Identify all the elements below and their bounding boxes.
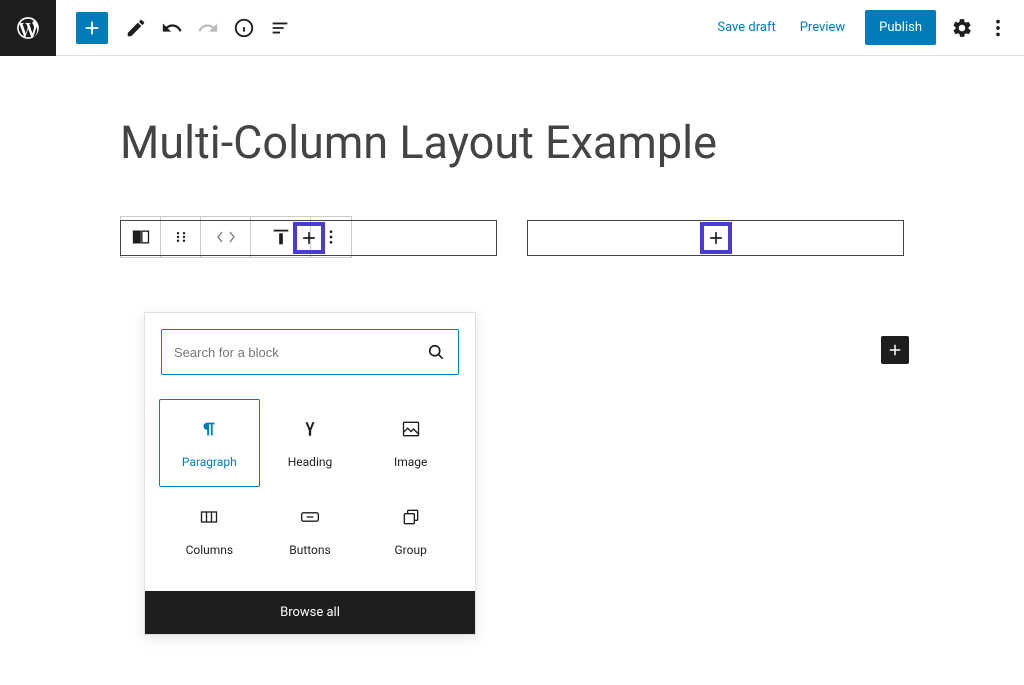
block-search[interactable] — [161, 329, 459, 375]
tools-button[interactable] — [118, 10, 154, 46]
block-grid: Paragraph Heading Image Columns Buttons … — [145, 391, 475, 591]
column-2[interactable] — [527, 220, 904, 256]
block-label: Image — [394, 455, 427, 469]
paragraph-icon — [198, 418, 220, 440]
add-block-after[interactable] — [881, 336, 909, 364]
buttons-icon — [300, 510, 320, 524]
browse-all-button[interactable]: Browse all — [145, 591, 475, 634]
options-button[interactable] — [980, 10, 1016, 46]
block-label: Columns — [186, 543, 234, 557]
heading-icon — [301, 420, 319, 438]
columns-icon — [199, 507, 219, 527]
settings-button[interactable] — [944, 10, 980, 46]
redo-button[interactable] — [190, 10, 226, 46]
block-heading[interactable]: Heading — [260, 399, 361, 487]
block-image[interactable]: Image — [360, 399, 461, 487]
info-icon — [233, 17, 255, 39]
block-buttons[interactable]: Buttons — [260, 487, 361, 575]
plus-icon — [706, 228, 726, 248]
gear-icon — [951, 17, 973, 39]
editor-canvas: Multi-Column Layout Example — [0, 56, 1024, 256]
plus-icon — [886, 341, 904, 359]
toolbar-tools — [118, 10, 298, 46]
more-vertical-icon — [987, 17, 1009, 39]
save-draft-button[interactable]: Save draft — [705, 14, 787, 41]
details-button[interactable] — [226, 10, 262, 46]
editor-toolbar: Save draft Preview Publish — [0, 0, 1024, 56]
redo-icon — [197, 17, 219, 39]
block-columns[interactable]: Columns — [159, 487, 260, 575]
quick-inserter: Paragraph Heading Image Columns Buttons … — [144, 312, 476, 635]
wordpress-icon — [15, 15, 41, 41]
outline-icon — [269, 17, 291, 39]
toggle-inserter-button[interactable] — [76, 12, 108, 44]
block-paragraph[interactable]: Paragraph — [159, 399, 260, 487]
image-icon — [401, 419, 421, 439]
block-label: Group — [394, 543, 426, 557]
plus-icon — [299, 228, 319, 248]
add-block-column-1[interactable] — [293, 222, 325, 254]
block-search-input[interactable] — [174, 345, 426, 360]
pencil-icon — [125, 17, 147, 39]
undo-icon — [161, 17, 183, 39]
wordpress-logo[interactable] — [0, 0, 56, 56]
block-label: Buttons — [289, 543, 331, 557]
block-label: Heading — [288, 455, 333, 469]
post-title[interactable]: Multi-Column Layout Example — [120, 116, 1024, 170]
publish-button[interactable]: Publish — [865, 10, 936, 45]
add-block-column-2[interactable] — [700, 222, 732, 254]
block-group[interactable]: Group — [360, 487, 461, 575]
plus-icon — [81, 17, 103, 39]
search-icon — [426, 342, 446, 362]
preview-button[interactable]: Preview — [788, 14, 857, 41]
list-view-button[interactable] — [262, 10, 298, 46]
block-label: Paragraph — [182, 455, 237, 469]
undo-button[interactable] — [154, 10, 190, 46]
column-1[interactable] — [120, 220, 497, 256]
group-icon — [401, 507, 421, 527]
columns-block — [120, 220, 904, 256]
